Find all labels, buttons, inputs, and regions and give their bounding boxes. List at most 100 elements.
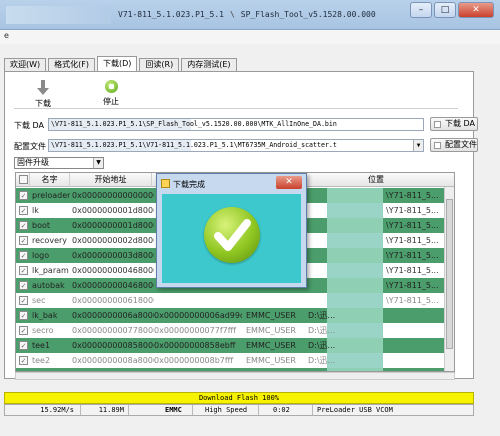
checkmark-icon [204, 207, 260, 263]
menu-item[interactable]: e [4, 31, 9, 40]
cell-name: lk_bak [32, 311, 58, 320]
blurred-location-region [327, 263, 383, 278]
minimize-button[interactable]: – [410, 2, 432, 18]
cell-region: EMMC_USER [246, 311, 296, 320]
cell-name: tee1 [32, 341, 51, 350]
download-da-button-label: 下载 DA [445, 119, 476, 128]
scrollbar-thumb[interactable] [446, 199, 453, 349]
status-port: PreLoader USB VCOM [317, 406, 393, 414]
maximize-button[interactable]: □ [434, 2, 456, 18]
scatter-path-field[interactable]: \V71-811_5.1.023.P1_5.1\V71-811_5.1.023.… [48, 139, 424, 152]
cell-start-address: 0x0000000003d80000 [72, 251, 154, 260]
scatter-path-text: \V71-811_5.1.023.P1_5.1\V71-811_5.1.023.… [51, 141, 337, 149]
cell-start-address: 0x0000000008580000 [72, 341, 154, 350]
cell-name: lk [32, 206, 39, 215]
title-blurred-region [6, 6, 111, 24]
window-title-app: SP_Flash_Tool_v5.1528.00.000 [240, 10, 376, 19]
download-button[interactable]: 下载 [30, 80, 56, 109]
cell-start-address: 0x0000000007780000 [72, 326, 154, 335]
status-storage: EMMC [129, 405, 193, 415]
dialog-close-button[interactable]: ✕ [276, 176, 302, 189]
cell-region: EMMC_USER [246, 356, 296, 365]
row-checkbox[interactable]: ✓ [19, 206, 28, 215]
stop-button-label: 停止 [103, 97, 119, 106]
stop-button[interactable]: 停止 [96, 80, 126, 107]
header-checkbox[interactable] [16, 173, 30, 187]
blurred-location-region [327, 233, 383, 248]
tab-format[interactable]: 格式化(F) [48, 58, 95, 71]
cell-start-address: 0x0000000008a80000 [72, 356, 154, 365]
status-speed: 15.92M/s [5, 405, 81, 415]
blurred-location-region [327, 248, 383, 263]
cell-location: D:\迅... [308, 341, 336, 350]
header-name[interactable]: 名字 [30, 173, 70, 187]
cell-start-address: 0x0000000002d80000 [72, 236, 154, 245]
download-da-button[interactable]: 下载 DA [430, 117, 478, 131]
cell-location: D:\迅... [308, 311, 336, 320]
vertical-scrollbar[interactable] [444, 187, 454, 371]
status-time: 0:02 [259, 405, 313, 415]
cell-location: \Y71-811_5... [386, 236, 439, 245]
cell-name: sec [32, 296, 46, 305]
header-location[interactable]: 位置 [306, 173, 446, 187]
row-checkbox[interactable]: ✓ [19, 236, 28, 245]
status-size: 11.89M [81, 405, 129, 415]
cell-name: lk_param [32, 266, 69, 275]
row-checkbox[interactable]: ✓ [19, 221, 28, 230]
tab-welcome[interactable]: 欢迎(W) [4, 58, 47, 71]
header-start-address[interactable]: 开始地址 [70, 173, 152, 187]
table-row[interactable]: ✓ secro 0x00000000077800000x00000000077f7f… [16, 323, 454, 338]
row-checkbox[interactable]: ✓ [19, 266, 28, 275]
title-bar: V71-811_5.1.023.P1_5.1 \ SP_Flash_Tool_v5.… [0, 0, 500, 30]
window-title: V71-811_5.1.023.P1_5.1 \ SP_Flash_Tool_v5.… [118, 10, 376, 19]
cell-location: D:\迅... [308, 356, 336, 365]
table-row[interactable]: ✓ tee1 0x00000000085800000x00000000858ebff… [16, 338, 454, 353]
table-row[interactable]: ✓ sec 0x0000000006180000 \Y71-811_5... [16, 293, 454, 308]
blurred-location-region [327, 278, 383, 293]
close-button[interactable]: ✕ [458, 2, 494, 18]
cell-start-address: 0x0000000006a80000 [72, 311, 154, 320]
cell-location: D:\迅... [308, 326, 336, 335]
chevron-down-icon: ▼ [93, 158, 103, 168]
cell-location: \Y71-811_5... [386, 191, 439, 200]
scatter-file-button[interactable]: 配置文件 [430, 138, 478, 152]
da-label: 下载 DA [14, 121, 45, 130]
da-path-field[interactable]: \V71-811_5.1.023.P1_5.1\SP_Flash_Tool_v5… [48, 118, 424, 131]
cell-start-address: 0x0000000004680000 [72, 266, 154, 275]
row-checkbox[interactable]: ✓ [19, 281, 28, 290]
table-row[interactable]: ✓ lk_bak 0x0000000006a80000 0x00000000006ad… [16, 308, 454, 323]
table-row[interactable]: ✓ tee2 0x0000000008a80000 0x0000000008b7fff… [16, 353, 454, 368]
row-checkbox[interactable]: ✓ [19, 251, 28, 260]
row-checkbox[interactable]: ✓ [19, 311, 28, 320]
status-usb-speed: High Speed [193, 405, 259, 415]
tab-download[interactable]: 下载(D) [97, 56, 138, 71]
tab-memory-test[interactable]: 内存测试(E) [181, 58, 237, 71]
tab-readback[interactable]: 回读(R) [139, 58, 180, 71]
blurred-location-region [327, 293, 383, 308]
cell-start-address: 0x0000000006180000 [72, 296, 154, 305]
row-checkbox[interactable]: ✓ [19, 326, 28, 335]
menu-bar: e [0, 30, 500, 44]
mode-select[interactable]: 固件升级 ▼ [14, 157, 104, 169]
blurred-location-region [327, 218, 383, 233]
file-icon [434, 121, 441, 128]
row-checkbox[interactable]: ✓ [19, 191, 28, 200]
cell-end-address: 0x00000000858ebff [154, 341, 236, 350]
cell-location: \Y71-811_5... [386, 296, 439, 305]
download-complete-dialog: 下载完成 ✕ [156, 173, 307, 288]
row-checkbox[interactable]: ✓ [19, 296, 28, 305]
cell-location: \Y71-811_5... [386, 221, 439, 230]
horizontal-scrollbar[interactable] [15, 372, 455, 380]
row-checkbox[interactable]: ✓ [19, 356, 28, 365]
cell-end-address: 0x00000000006ad99df [154, 311, 242, 320]
row-checkbox[interactable]: ✓ [19, 341, 28, 350]
cell-location: \Y71-811_5... [386, 206, 439, 215]
window-controls: – □ ✕ [410, 2, 494, 18]
progress-bar: Download Flash 100% [4, 392, 474, 404]
app-icon [161, 179, 170, 188]
scatter-file-button-label: 配置文件 [445, 140, 477, 149]
chevron-down-icon[interactable]: ▼ [413, 140, 423, 151]
status-bar: 15.92M/s 11.89M EMMC High Speed 0:02 Pre… [4, 404, 474, 416]
mode-select-value: 固件升级 [17, 158, 49, 167]
cell-name: preloader [32, 191, 70, 200]
